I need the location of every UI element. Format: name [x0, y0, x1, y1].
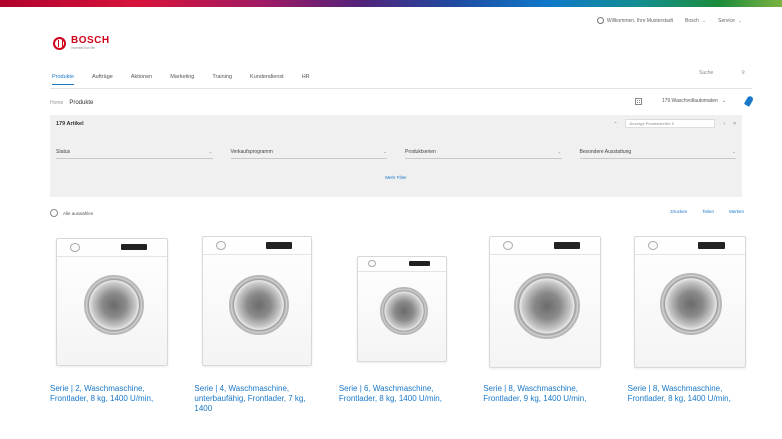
tab-marketing[interactable]: Marketing — [170, 74, 194, 85]
tab-kundendienst[interactable]: Kundendienst — [250, 74, 284, 85]
filter-status-label: Status — [56, 149, 71, 155]
account-label: Willkommen, Ihre Musterstadt — [606, 17, 673, 24]
more-filters-link[interactable]: Mehr Filter — [50, 175, 742, 180]
product-card[interactable]: Serie | 8, Waschmaschine, Frontlader, 9 … — [483, 232, 605, 414]
filter-ausstattung-label: Besondere Ausstattung — [579, 149, 632, 155]
collapse-icon[interactable]: ⌃ — [614, 121, 618, 127]
filter-verkaufsprogramm-label: Verkaufsprogramm — [230, 149, 273, 155]
tab-aktionen[interactable]: Aktionen — [131, 74, 152, 85]
logo-tagline: Invented for life — [71, 46, 95, 50]
filter-panel: 179 Artikel ⌃ Anzeige Produktreihe 6 › ×… — [50, 115, 742, 197]
tab-auftraege[interactable]: Aufträge — [92, 74, 113, 85]
chevron-down-icon: ⌄ — [557, 149, 562, 155]
top-right-utility: Willkommen, Ihre Musterstadt Bosch ⌄ Ser… — [596, 17, 742, 24]
result-count: 179 Artikel — [56, 121, 84, 127]
select-all-label[interactable]: Alle auswählen — [63, 211, 93, 216]
filter-status[interactable]: Status ⌄ — [56, 149, 213, 159]
product-title[interactable]: Serie | 2, Waschmaschine, Frontlader, 8 … — [50, 384, 172, 404]
filter-close-icon[interactable]: × — [733, 121, 736, 127]
filter-ausstattung[interactable]: Besondere Ausstattung ⌄ — [579, 149, 736, 159]
product-card[interactable]: Serie | 4, Waschmaschine, unterbaufähig,… — [194, 232, 316, 414]
print-link[interactable]: Drucken — [670, 209, 687, 214]
actions-bar: Alle auswählen Drucken Teilen Merken — [50, 208, 744, 218]
page-title: Produkte — [69, 100, 94, 106]
product-image[interactable] — [339, 232, 461, 370]
language-menu[interactable]: Bosch ⌄ — [685, 18, 706, 24]
product-card[interactable]: Serie | 8, Waschmaschine, Frontlader, 8 … — [628, 232, 750, 414]
chevron-down-icon: ⌄ — [737, 17, 742, 24]
service-menu[interactable]: Service ⌄ — [718, 18, 742, 24]
nav-search[interactable]: Suche ⚲ — [699, 70, 745, 76]
product-grid: Serie | 2, Waschmaschine, Frontlader, 8 … — [50, 232, 750, 414]
tab-produkte[interactable]: Produkte — [52, 74, 75, 85]
product-image[interactable] — [50, 232, 172, 370]
search-input[interactable]: Suche — [699, 70, 713, 76]
grid-view-icon[interactable] — [634, 97, 642, 105]
product-title[interactable]: Serie | 6, Waschmaschine, Frontlader, 8 … — [339, 384, 461, 404]
select-all-checkbox[interactable] — [50, 209, 58, 217]
bosch-logo[interactable]: BOSCH Invented for life — [53, 36, 110, 51]
bosch-armature-icon — [53, 36, 66, 50]
chevron-down-icon: ⌄ — [701, 17, 707, 24]
breadcrumb-home[interactable]: Home — [50, 100, 63, 106]
product-image[interactable] — [628, 232, 750, 370]
tab-training[interactable]: Training — [212, 74, 232, 85]
chevron-down-icon: ⌄ — [721, 98, 726, 104]
product-title[interactable]: Serie | 8, Waschmaschine, Frontlader, 9 … — [483, 384, 605, 404]
product-card[interactable]: Serie | 2, Waschmaschine, Frontlader, 8 … — [50, 232, 172, 414]
main-navigation: Produkte Aufträge Aktionen Marketing Tra… — [52, 74, 310, 85]
user-icon — [596, 17, 604, 24]
account-menu[interactable]: Willkommen, Ihre Musterstadt — [596, 17, 673, 24]
chevron-down-icon: ⌄ — [208, 149, 213, 155]
category-select[interactable]: 179 Waschvollautomaten ⌄ — [662, 98, 726, 104]
divider — [50, 88, 752, 89]
tab-hr[interactable]: HR — [302, 74, 310, 85]
breadcrumb: Home Produkte 179 Waschvollautomaten ⌄ — [50, 95, 755, 110]
product-title[interactable]: Serie | 8, Waschmaschine, Frontlader, 8 … — [628, 384, 750, 404]
filter-apply-icon[interactable]: › — [723, 121, 725, 127]
pin-icon[interactable] — [743, 95, 755, 107]
logo-word: BOSCH — [71, 35, 110, 46]
service-label: Service — [718, 17, 735, 24]
chevron-down-icon: ⌄ — [382, 149, 387, 155]
share-link[interactable]: Teilen — [702, 209, 714, 214]
filter-search-input[interactable]: Anzeige Produktreihe 6 — [625, 119, 716, 128]
search-icon[interactable]: ⚲ — [741, 70, 745, 76]
language-label: Bosch — [685, 17, 699, 24]
filter-verkaufsprogramm[interactable]: Verkaufsprogramm ⌄ — [230, 149, 387, 159]
filter-produktserien[interactable]: Produktserien ⌄ — [405, 149, 562, 159]
product-image[interactable] — [483, 232, 605, 370]
filter-produktserien-label: Produktserien — [405, 149, 436, 155]
product-card[interactable]: Serie | 6, Waschmaschine, Frontlader, 8 … — [339, 232, 461, 414]
save-link[interactable]: Merken — [729, 209, 744, 214]
product-image[interactable] — [194, 232, 316, 370]
category-select-value: 179 Waschvollautomaten — [661, 98, 718, 104]
supergraphic-bar — [0, 0, 782, 7]
chevron-down-icon: ⌄ — [731, 149, 736, 155]
product-title[interactable]: Serie | 4, Waschmaschine, unterbaufähig,… — [194, 384, 316, 414]
